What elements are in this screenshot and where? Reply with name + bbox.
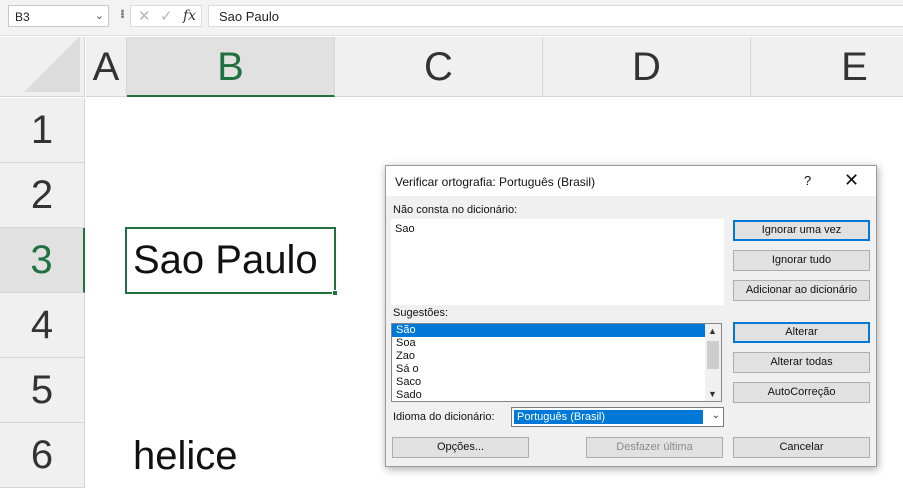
name-box[interactable]: B3 ⌄ (8, 5, 109, 27)
row-header-2[interactable]: 2 (0, 163, 85, 228)
column-header-c[interactable]: C (335, 37, 543, 97)
excel-window: B3 ⌄ ••• ✕ ✓ fx Sao Paulo A B C D E 1 2 … (0, 0, 903, 488)
change-all-button[interactable]: Alterar todas (733, 352, 870, 373)
column-header-e[interactable]: E (751, 37, 903, 97)
spelling-dialog: Verificar ortografia: Português (Brasil)… (385, 165, 877, 467)
cancel-icon[interactable]: ✕ (138, 7, 151, 25)
cancel-button[interactable]: Cancelar (733, 437, 870, 458)
help-icon[interactable]: ? (804, 173, 811, 188)
not-found-label: Não consta no dicionário: (393, 204, 518, 216)
chevron-down-icon[interactable]: ⌄ (95, 9, 104, 22)
dialog-titlebar[interactable]: Verificar ortografia: Português (Brasil)… (386, 166, 876, 196)
select-all-triangle-icon (24, 36, 80, 92)
fill-handle[interactable] (332, 290, 338, 296)
suggestion-item[interactable]: Sá o (392, 363, 705, 376)
row-header-1[interactable]: 1 (0, 98, 85, 163)
row-header-3[interactable]: 3 (0, 228, 85, 293)
formula-buttons: ✕ ✓ fx (130, 5, 202, 27)
row-header-4[interactable]: 4 (0, 293, 85, 358)
column-header-b[interactable]: B (127, 37, 335, 97)
cell-b6[interactable]: helice (133, 434, 238, 479)
chevron-down-icon[interactable]: ⌄ (712, 410, 720, 421)
formula-bar: B3 ⌄ ••• ✕ ✓ fx Sao Paulo (0, 0, 903, 36)
suggestion-item[interactable]: Saco (392, 376, 705, 389)
language-select[interactable]: Português (Brasil) ⌄ (511, 407, 724, 427)
ignore-all-button[interactable]: Ignorar tudo (733, 250, 870, 271)
formula-input[interactable]: Sao Paulo (208, 5, 903, 27)
options-button[interactable]: Opções... (392, 437, 529, 458)
autocorrect-button[interactable]: AutoCorreção (733, 382, 870, 403)
select-all-corner[interactable] (0, 36, 85, 97)
drag-handle-icon[interactable]: ••• (116, 9, 128, 18)
undo-last-button[interactable]: Desfazer última (586, 437, 723, 458)
column-header-a[interactable]: A (86, 37, 127, 97)
scrollbar-thumb[interactable] (707, 341, 719, 369)
suggestions-label: Sugestões: (393, 307, 449, 319)
insert-function-icon[interactable]: fx (183, 8, 196, 24)
suggestion-item[interactable]: São (392, 324, 705, 337)
change-button[interactable]: Alterar (733, 322, 870, 343)
language-label: Idioma do dicionário: (393, 411, 495, 423)
suggestion-item[interactable]: Sado (392, 389, 705, 401)
ignore-once-button[interactable]: Ignorar uma vez (733, 220, 870, 241)
dialog-title: Verificar ortografia: Português (Brasil) (395, 175, 596, 189)
suggestion-item[interactable]: Zao (392, 350, 705, 363)
not-found-word: Sao (395, 223, 415, 235)
scroll-up-icon[interactable]: ▲ (708, 326, 717, 336)
row-header-5[interactable]: 5 (0, 358, 85, 423)
scroll-down-icon[interactable]: ▼ (708, 389, 717, 399)
cell-b3[interactable]: Sao Paulo (133, 238, 318, 283)
not-found-textbox[interactable]: Sao (391, 219, 724, 305)
close-icon[interactable]: ✕ (844, 170, 859, 191)
add-to-dictionary-button[interactable]: Adicionar ao dicionário (733, 280, 870, 301)
language-value: Português (Brasil) (514, 410, 703, 424)
check-icon[interactable]: ✓ (160, 7, 173, 25)
row-header-6[interactable]: 6 (0, 423, 85, 488)
suggestion-item[interactable]: Soa (392, 337, 705, 350)
column-header-d[interactable]: D (543, 37, 751, 97)
name-box-value: B3 (15, 10, 30, 24)
suggestions-scrollbar[interactable]: ▲ ▼ (705, 324, 721, 401)
suggestions-list[interactable]: São Soa Zao Sá o Saco Sado ▲ ▼ (391, 323, 722, 402)
